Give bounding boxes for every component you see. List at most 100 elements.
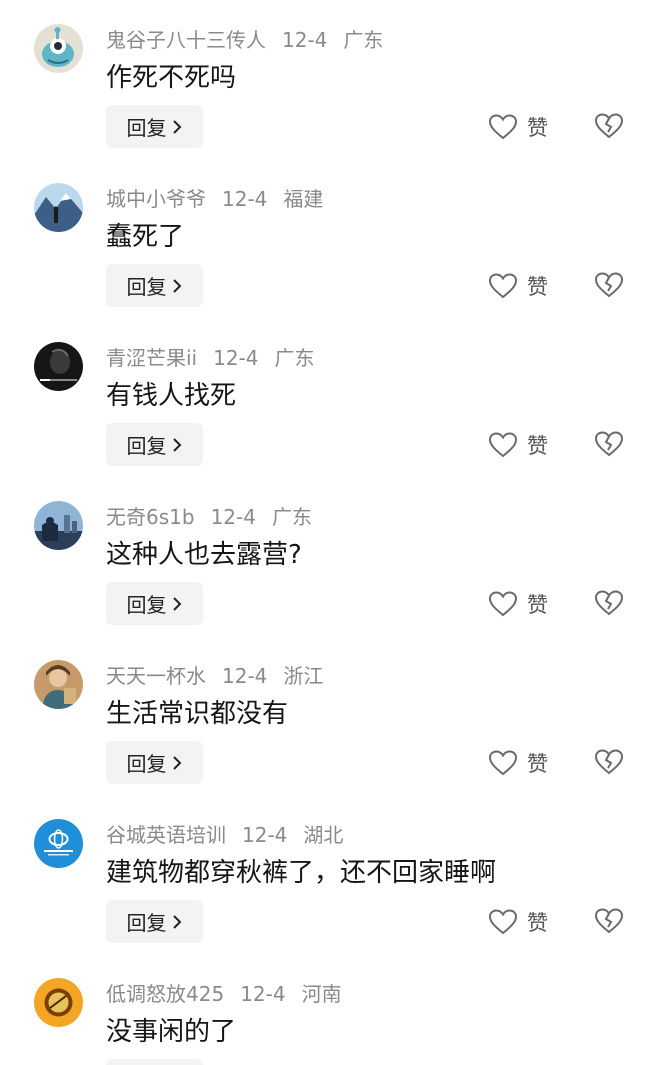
user-avatar[interactable]	[34, 183, 83, 232]
reply-label: 回复	[126, 911, 167, 935]
reply-label: 回复	[126, 434, 167, 458]
comment-item: 低调怒放425 12-4 河南 没事闲的了	[0, 954, 660, 1065]
like-button[interactable]: 赞	[489, 905, 548, 939]
reply-button[interactable]: 回复	[106, 423, 203, 466]
dark-photo-avatar-icon	[34, 342, 83, 391]
like-button[interactable]: 赞	[489, 110, 548, 144]
comment-meta: 天天一杯水 12-4 浙江	[106, 662, 339, 690]
broken-heart-icon[interactable]	[595, 748, 623, 776]
reply-button[interactable]: 回复	[106, 105, 203, 148]
heart-icon	[489, 591, 517, 617]
username[interactable]: 城中小爷爷	[106, 187, 206, 211]
comment-meta: 无奇6s1b 12-4 广东	[106, 503, 328, 531]
chevron-right-icon	[172, 437, 181, 452]
username[interactable]: 谷城英语培训	[106, 823, 226, 847]
comment-region: 湖北	[303, 823, 344, 847]
comment-text: 建筑物都穿秋裤了，还不回家睡啊	[106, 858, 497, 888]
user-avatar[interactable]	[34, 501, 83, 550]
username[interactable]: 天天一杯水	[106, 664, 206, 688]
mountain-landscape-avatar-icon	[34, 183, 83, 232]
comment-text: 这种人也去露营?	[106, 540, 302, 570]
comment-meta: 低调怒放425 12-4 河南	[106, 980, 358, 1008]
reply-button[interactable]: 回复	[106, 741, 203, 784]
painting-portrait-avatar-icon	[34, 660, 83, 709]
comment-region: 河南	[301, 982, 342, 1006]
heart-icon	[489, 909, 517, 935]
broken-heart-icon[interactable]	[595, 271, 623, 299]
reply-button[interactable]	[106, 1059, 203, 1065]
comment-region: 广东	[274, 346, 315, 370]
comment-date: 12-4	[210, 505, 256, 529]
comment-region: 浙江	[283, 664, 324, 688]
reply-button[interactable]: 回复	[106, 264, 203, 307]
cartoon-alien-avatar-icon	[34, 24, 83, 73]
comment-item: 天天一杯水 12-4 浙江 生活常识都没有 回复 赞	[0, 636, 660, 795]
blue-logo-avatar-icon	[34, 819, 83, 868]
comment-meta: 城中小爷爷 12-4 福建	[106, 185, 339, 213]
username[interactable]: 青涩芒果ii	[106, 346, 197, 370]
like-button[interactable]: 赞	[489, 428, 548, 462]
comment-list: 鬼谷子八十三传人 12-4 广东 作死不死吗 回复 赞 城中小爷爷 12-4 福建 蠢死…	[0, 0, 660, 1065]
comment-meta: 鬼谷子八十三传人 12-4 广东	[106, 26, 399, 54]
comment-date: 12-4	[213, 346, 259, 370]
comment-region: 广东	[271, 505, 312, 529]
heart-icon	[489, 273, 517, 299]
comment-date: 12-4	[222, 664, 268, 688]
comment-date: 12-4	[222, 187, 268, 211]
comment-item: 城中小爷爷 12-4 福建 蠢死了 回复 赞	[0, 159, 660, 318]
broken-heart-icon[interactable]	[595, 430, 623, 458]
reply-button[interactable]: 回复	[106, 582, 203, 625]
heart-icon	[489, 750, 517, 776]
comment-meta: 青涩芒果ii 12-4 广东	[106, 344, 331, 372]
like-label: 赞	[527, 911, 548, 935]
comment-item: 无奇6s1b 12-4 广东 这种人也去露营? 回复 赞	[0, 477, 660, 636]
comment-date: 12-4	[242, 823, 288, 847]
user-avatar[interactable]	[34, 24, 83, 73]
reply-label: 回复	[126, 752, 167, 776]
user-avatar[interactable]	[34, 342, 83, 391]
comment-text: 生活常识都没有	[106, 699, 289, 729]
chevron-right-icon	[172, 755, 181, 770]
user-avatar[interactable]	[34, 819, 83, 868]
like-label: 赞	[527, 752, 548, 776]
like-label: 赞	[527, 593, 548, 617]
chevron-right-icon	[172, 278, 181, 293]
username[interactable]: 鬼谷子八十三传人	[106, 28, 266, 52]
reply-label: 回复	[126, 275, 167, 299]
comment-item: 鬼谷子八十三传人 12-4 广东 作死不死吗 回复 赞	[0, 0, 660, 159]
comment-text: 没事闲的了	[106, 1017, 237, 1047]
username[interactable]: 低调怒放425	[106, 982, 224, 1006]
user-avatar[interactable]	[34, 978, 83, 1027]
user-avatar[interactable]	[34, 660, 83, 709]
like-label: 赞	[527, 116, 548, 140]
broken-heart-icon[interactable]	[595, 907, 623, 935]
chevron-right-icon	[172, 914, 181, 929]
like-button[interactable]: 赞	[489, 587, 548, 621]
like-button[interactable]: 赞	[489, 269, 548, 303]
comment-text: 有钱人找死	[106, 381, 237, 411]
comment-date: 12-4	[240, 982, 286, 1006]
reply-button[interactable]: 回复	[106, 900, 203, 943]
chevron-right-icon	[172, 596, 181, 611]
comment-date: 12-4	[282, 28, 328, 52]
comment-item: 青涩芒果ii 12-4 广东 有钱人找死 回复 赞	[0, 318, 660, 477]
heart-icon	[489, 432, 517, 458]
city-view-avatar-icon	[34, 501, 83, 550]
like-label: 赞	[527, 275, 548, 299]
comment-text: 蠢死了	[106, 222, 185, 252]
broken-heart-icon[interactable]	[595, 112, 623, 140]
comment-region: 福建	[283, 187, 324, 211]
comment-item: 谷城英语培训 12-4 湖北 建筑物都穿秋裤了，还不回家睡啊 回复 赞	[0, 795, 660, 954]
golden-object-avatar-icon	[34, 978, 83, 1027]
like-button[interactable]: 赞	[489, 746, 548, 780]
reply-label: 回复	[126, 593, 167, 617]
comment-meta: 谷城英语培训 12-4 湖北	[106, 821, 359, 849]
comment-region: 广东	[343, 28, 384, 52]
heart-icon	[489, 114, 517, 140]
reply-label: 回复	[126, 116, 167, 140]
like-label: 赞	[527, 434, 548, 458]
comment-text: 作死不死吗	[106, 63, 237, 93]
chevron-right-icon	[172, 119, 181, 134]
username[interactable]: 无奇6s1b	[106, 505, 195, 529]
broken-heart-icon[interactable]	[595, 589, 623, 617]
